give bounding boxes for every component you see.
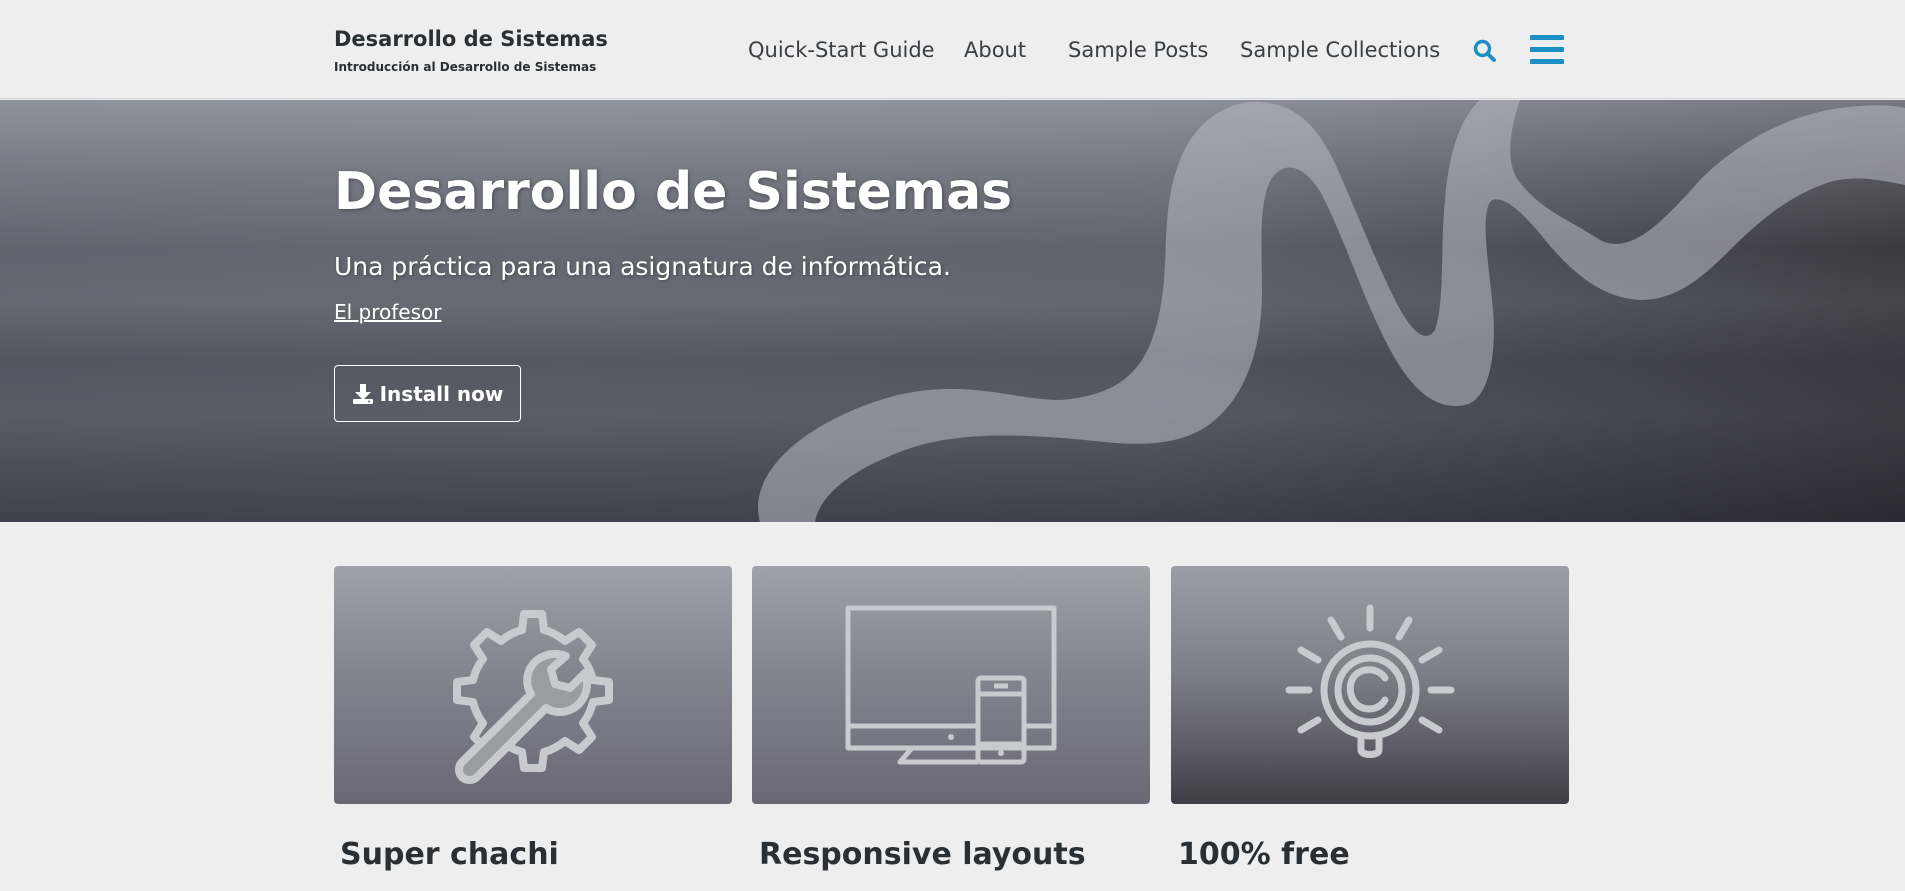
nav-link-sample-posts[interactable]: Sample Posts bbox=[1068, 38, 1208, 62]
site-title[interactable]: Desarrollo de Sistemas bbox=[334, 27, 608, 51]
feature-title-responsive: Responsive layouts bbox=[759, 837, 1086, 872]
hamburger-menu-icon[interactable] bbox=[1530, 35, 1564, 65]
hero-link-profesor[interactable]: El profesor bbox=[334, 300, 442, 324]
site-subtitle: Introducción al Desarrollo de Sistemas bbox=[334, 60, 597, 74]
hero-tagline: Una práctica para una asignatura de info… bbox=[334, 252, 951, 281]
copyright-lightbulb-icon bbox=[1285, 604, 1455, 758]
install-now-button[interactable]: Install now bbox=[334, 365, 521, 422]
responsive-devices-icon bbox=[845, 605, 1057, 765]
download-icon bbox=[352, 383, 373, 404]
feature-card-free[interactable] bbox=[1171, 566, 1569, 804]
search-icon[interactable] bbox=[1472, 38, 1498, 64]
feature-title-free: 100% free bbox=[1178, 837, 1350, 872]
masthead: Desarrollo de Sistemas Introducción al D… bbox=[0, 0, 1905, 99]
nav-link-sample-collections[interactable]: Sample Collections bbox=[1240, 38, 1440, 62]
nav-link-quick-start[interactable]: Quick-Start Guide bbox=[748, 38, 935, 62]
hero-banner: Desarrollo de Sistemas Una práctica para… bbox=[0, 100, 1905, 522]
feature-card-responsive[interactable] bbox=[752, 566, 1150, 804]
gear-wrench-icon bbox=[453, 610, 613, 784]
feature-title-super-chachi: Super chachi bbox=[340, 837, 559, 872]
install-now-label: Install now bbox=[379, 381, 504, 406]
feature-card-super-chachi[interactable] bbox=[334, 566, 732, 804]
hero-title: Desarrollo de Sistemas bbox=[334, 162, 1013, 222]
nav-link-about[interactable]: About bbox=[964, 38, 1026, 62]
